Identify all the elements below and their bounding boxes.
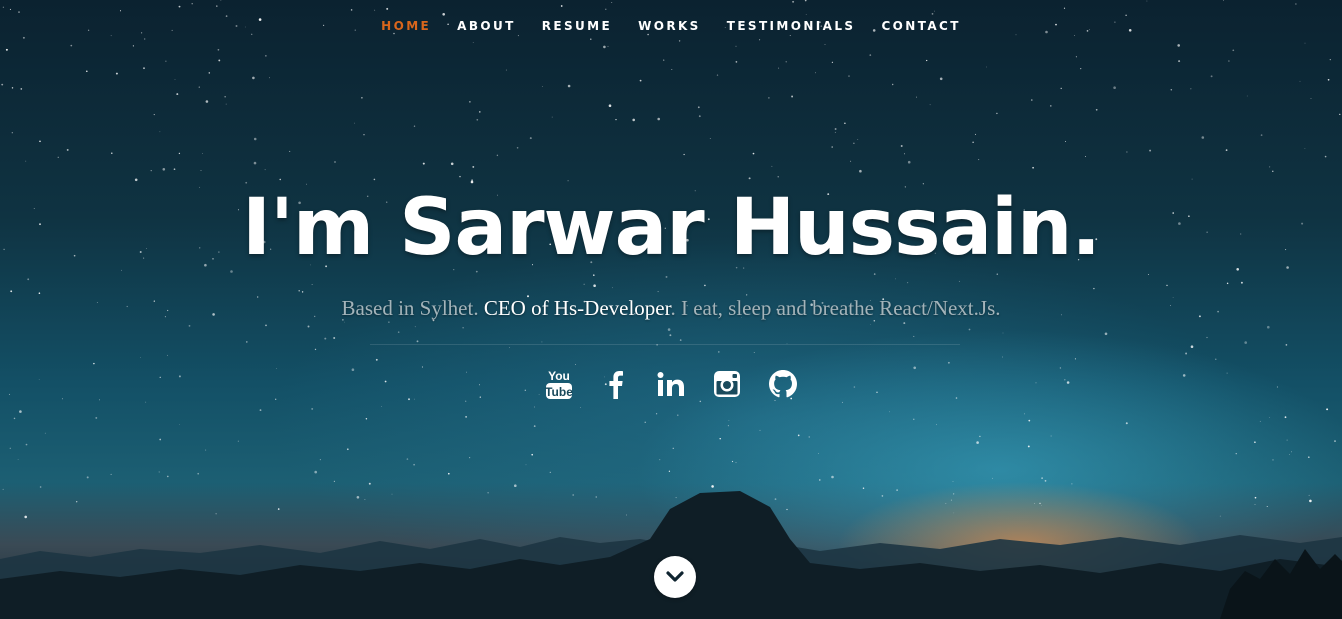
nav-item-testimonials[interactable]: TESTIMONIALS xyxy=(714,17,869,35)
instagram-link[interactable] xyxy=(712,366,742,402)
hero-divider xyxy=(370,344,960,345)
nav-item-contact[interactable]: CONTACT xyxy=(868,17,973,35)
github-link[interactable] xyxy=(768,366,798,402)
nav-item-about[interactable]: ABOUT xyxy=(444,17,529,35)
main-nav: HOME ABOUT RESUME WORKS TESTIMONIALS CON… xyxy=(0,17,1342,35)
instagram-icon xyxy=(714,371,740,397)
mountains-silhouette xyxy=(0,491,1342,619)
linkedin-link[interactable] xyxy=(656,366,686,402)
tagline-company: CEO of Hs-Developer xyxy=(483,296,671,320)
youtube-link[interactable]: You Tube xyxy=(544,366,574,402)
facebook-link[interactable] xyxy=(600,366,630,402)
youtube-icon: You Tube xyxy=(545,369,573,399)
scroll-down-button[interactable] xyxy=(654,556,696,598)
linkedin-icon xyxy=(657,372,684,396)
tagline-location: Based in Sylhet. xyxy=(341,296,484,320)
hero-title: I'm Sarwar Hussain. xyxy=(241,183,1101,273)
github-icon xyxy=(769,370,797,398)
nav-item-home[interactable]: HOME xyxy=(368,17,444,35)
hero-section: HOME ABOUT RESUME WORKS TESTIMONIALS CON… xyxy=(0,0,1342,619)
nav-item-resume[interactable]: RESUME xyxy=(529,17,625,35)
tagline-description: . I eat, sleep and breathe React/Next.Js… xyxy=(670,296,1001,320)
nav-item-works[interactable]: WORKS xyxy=(625,17,714,35)
youtube-you-text: You xyxy=(548,369,570,383)
svg-text:Tube: Tube xyxy=(545,385,573,399)
social-links: You Tube xyxy=(0,366,1342,402)
hero-tagline: Based in Sylhet. CEO of Hs-Developer. I … xyxy=(0,294,1342,322)
facebook-icon xyxy=(609,371,623,399)
chevron-down-icon xyxy=(666,571,684,582)
